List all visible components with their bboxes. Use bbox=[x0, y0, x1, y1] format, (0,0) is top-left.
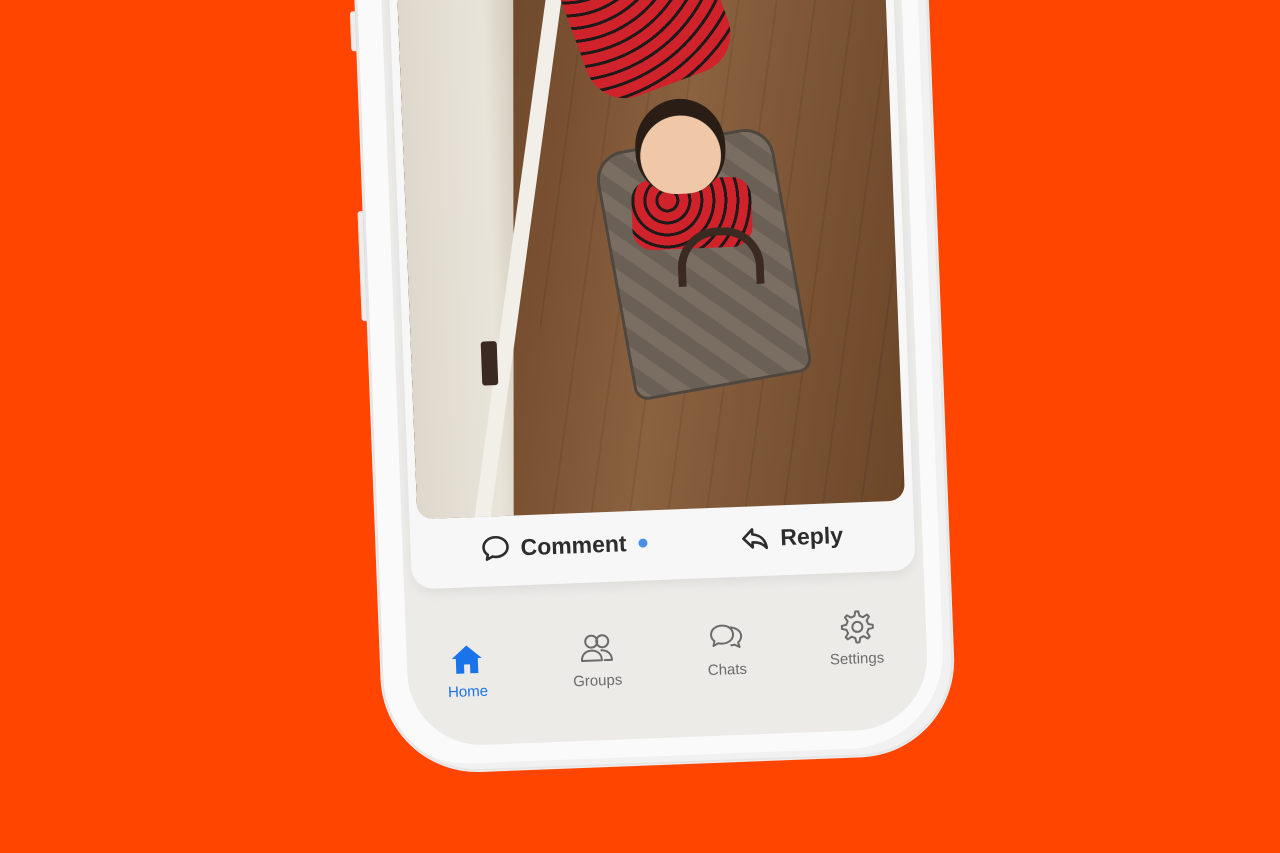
phone-device: Comment Reply Home Groups Chats Settings bbox=[349, 0, 957, 775]
post-photo[interactable] bbox=[393, 0, 906, 520]
tab-chats[interactable]: Chats bbox=[676, 618, 778, 681]
comment-button[interactable]: Comment bbox=[480, 522, 648, 568]
tab-home[interactable]: Home bbox=[416, 640, 518, 703]
tab-bar: Home Groups Chats Settings bbox=[405, 590, 929, 730]
people-icon bbox=[580, 634, 613, 663]
phone-screen: Comment Reply Home Groups Chats Settings bbox=[377, 0, 930, 748]
tab-label-home: Home bbox=[447, 682, 489, 702]
gear-icon bbox=[840, 610, 874, 644]
tab-groups[interactable]: Groups bbox=[546, 629, 648, 692]
photo-door-handle bbox=[480, 341, 499, 386]
house-icon bbox=[451, 645, 482, 674]
background: Comment Reply Home Groups Chats Settings bbox=[0, 0, 1280, 853]
unread-dot bbox=[638, 537, 648, 548]
tab-label-groups: Groups bbox=[572, 671, 623, 691]
tab-settings[interactable]: Settings bbox=[805, 607, 907, 670]
tab-label-chats: Chats bbox=[707, 660, 748, 680]
reply-label: Reply bbox=[779, 521, 844, 550]
tab-label-settings: Settings bbox=[829, 649, 885, 669]
volume-button bbox=[357, 211, 368, 322]
reply-button[interactable]: Reply bbox=[740, 515, 844, 559]
chat-bubbles-icon bbox=[710, 624, 743, 648]
mute-switch bbox=[349, 11, 358, 52]
post-card: Comment Reply bbox=[385, 0, 916, 590]
comment-label: Comment bbox=[520, 529, 628, 560]
speech-bubble-icon bbox=[482, 535, 509, 561]
reply-arrow-icon bbox=[742, 528, 769, 550]
